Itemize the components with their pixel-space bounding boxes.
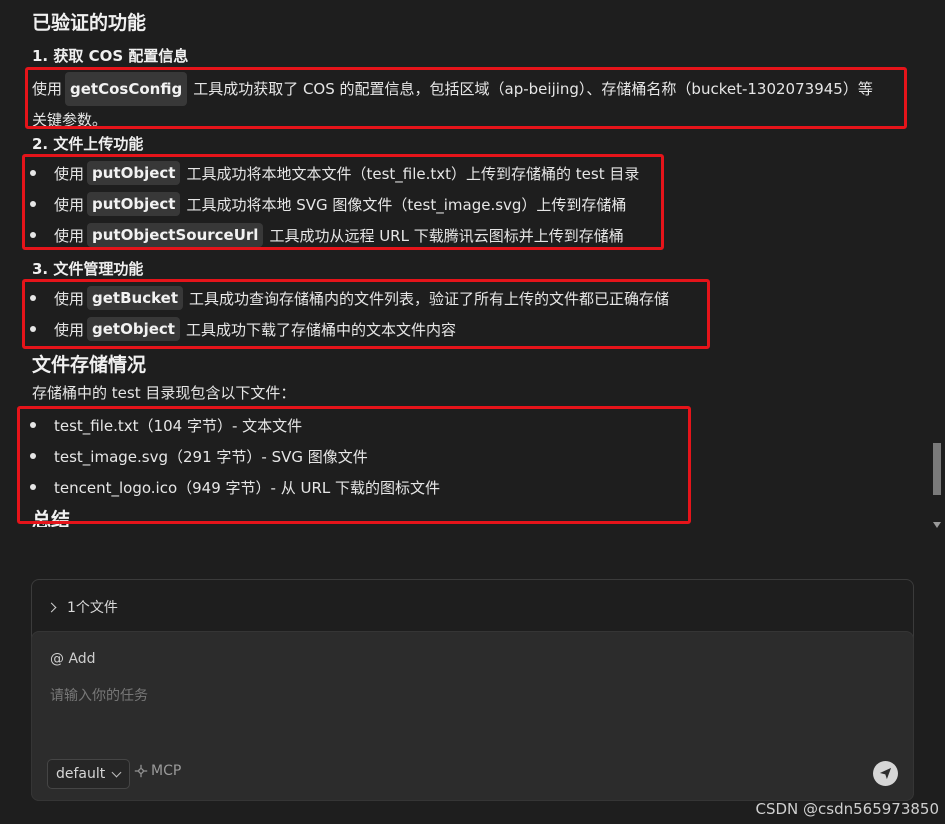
highlight-box: [17, 406, 691, 524]
highlight-box: [22, 154, 664, 250]
chat-view: 已验证的功能 1. 获取 COS 配置信息 使用 getCosConfig 工具…: [0, 0, 945, 824]
send-icon: [879, 767, 892, 780]
scrollbar-thumb[interactable]: [933, 443, 941, 495]
mode-value: default: [56, 766, 106, 782]
mode-select[interactable]: default: [47, 759, 130, 789]
highlight-box: [25, 67, 907, 129]
send-button[interactable]: [873, 761, 898, 786]
highlight-box: [22, 279, 710, 349]
subsection-title-cos-config: 1. 获取 COS 配置信息: [32, 47, 189, 65]
section-title-verified: 已验证的功能: [32, 12, 147, 34]
mcp-button[interactable]: MCP: [134, 763, 181, 779]
add-context-button[interactable]: @ Add: [50, 651, 96, 667]
files-count-label: 1个文件: [67, 600, 118, 616]
watermark: CSDN @csdn565973850: [755, 800, 939, 818]
plug-icon: [134, 764, 148, 778]
files-toggle[interactable]: 1个文件: [46, 597, 118, 617]
subsection-title-management: 3. 文件管理功能: [32, 260, 144, 278]
chevron-down-icon: [111, 767, 122, 777]
storage-intro: 存储桶中的 test 目录现包含以下文件：: [32, 384, 296, 402]
subsection-title-upload: 2. 文件上传功能: [32, 135, 144, 153]
chevron-right-icon: [46, 602, 57, 612]
scroll-down-icon[interactable]: [933, 522, 941, 528]
task-input[interactable]: [50, 684, 850, 708]
chat-input-panel: @ Add default MCP: [31, 631, 914, 801]
section-title-storage: 文件存储情况: [32, 354, 147, 376]
mcp-label: MCP: [151, 763, 182, 779]
